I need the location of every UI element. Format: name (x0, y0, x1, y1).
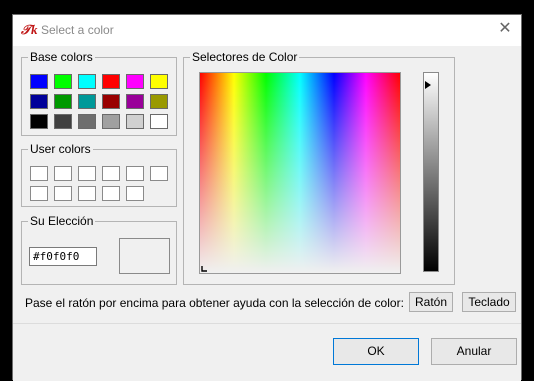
base-color-swatch[interactable] (102, 94, 120, 109)
color-selectors-label: Selectores de Color (192, 50, 298, 64)
base-color-swatch[interactable] (126, 114, 144, 129)
window-title: Select a color (41, 23, 114, 37)
base-color-swatch[interactable] (126, 94, 144, 109)
user-color-slot[interactable] (78, 166, 96, 181)
user-color-slot[interactable] (102, 166, 120, 181)
base-color-swatch[interactable] (78, 114, 96, 129)
user-colors-label: User colors (30, 142, 91, 156)
user-color-slot[interactable] (54, 186, 72, 201)
help-text: Pase el ratón por encima para obtener ay… (25, 296, 404, 310)
base-color-swatch[interactable] (102, 114, 120, 129)
hex-value-field[interactable]: #f0f0f0 (29, 247, 97, 266)
color-spectrum[interactable] (199, 72, 401, 274)
base-colors-label: Base colors (30, 50, 93, 64)
base-color-swatch[interactable] (150, 94, 168, 109)
base-color-swatch[interactable] (78, 94, 96, 109)
base-color-swatch[interactable] (78, 74, 96, 89)
user-color-slot[interactable] (30, 186, 48, 201)
base-color-swatch[interactable] (126, 74, 144, 89)
user-color-slot[interactable] (150, 166, 168, 181)
color-dialog: 𝒯k Select a color ✕ Base colors User col… (12, 14, 522, 381)
color-preview (119, 238, 170, 274)
base-color-swatch[interactable] (54, 114, 72, 129)
base-color-swatch[interactable] (102, 74, 120, 89)
user-color-slot[interactable] (78, 186, 96, 201)
keyboard-help-button[interactable]: Teclado (462, 292, 516, 312)
tk-feather-icon: 𝒯k (21, 22, 38, 37)
user-color-slot[interactable] (30, 166, 48, 181)
base-color-swatch[interactable] (54, 74, 72, 89)
base-color-swatch[interactable] (30, 114, 48, 129)
ok-button[interactable]: OK (333, 338, 419, 365)
close-icon[interactable]: ✕ (497, 21, 513, 37)
user-color-slot[interactable] (126, 186, 144, 201)
luminance-slider[interactable] (423, 72, 439, 272)
user-color-slot[interactable] (54, 166, 72, 181)
base-color-swatch[interactable] (30, 74, 48, 89)
selection-label: Su Elección (30, 214, 94, 228)
base-color-swatch[interactable] (30, 94, 48, 109)
user-color-slot[interactable] (102, 186, 120, 201)
base-color-swatch[interactable] (150, 74, 168, 89)
luminance-arrow-icon[interactable] (425, 81, 431, 89)
mouse-help-button[interactable]: Ratón (409, 292, 453, 312)
spectrum-cursor-icon (201, 266, 207, 272)
base-color-swatch[interactable] (150, 114, 168, 129)
cancel-button[interactable]: Anular (431, 338, 517, 365)
title-bar: 𝒯k Select a color ✕ (13, 15, 521, 46)
user-color-slot[interactable] (126, 166, 144, 181)
base-color-swatch[interactable] (54, 94, 72, 109)
